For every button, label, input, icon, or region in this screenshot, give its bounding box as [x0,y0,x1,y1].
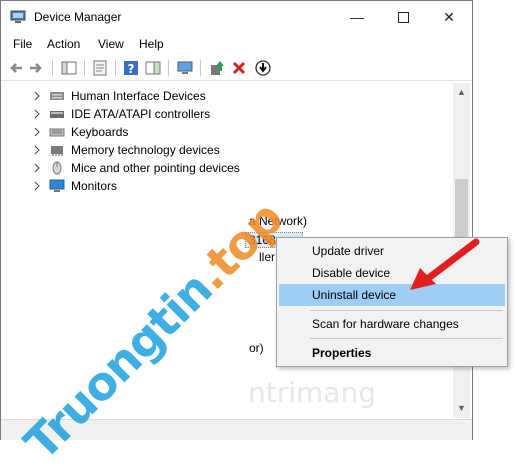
minimize-button[interactable]: — [334,1,380,33]
tree-item-ide-ata-atapi-controllers[interactable]: IDE ATA/ATAPI controllers [33,105,210,123]
tree-item-monitors[interactable]: Monitors [33,177,117,195]
chevron-right-icon[interactable] [33,163,41,173]
tree-item-label: Human Interface Devices [71,89,206,103]
tree-item-human-interface-devices[interactable]: Human Interface Devices [33,87,206,105]
chevron-up-icon: ▲ [457,86,466,97]
update-driver-icon[interactable] [208,59,226,77]
toolbar: ? [1,56,472,81]
processor-partial-text: or) [249,341,264,355]
menu-action[interactable]: Action [47,37,80,51]
scan-hardware-icon[interactable] [176,59,194,77]
help-icon[interactable]: ? [122,59,140,77]
window-title: Device Manager [34,10,122,24]
minimize-icon: — [350,9,364,25]
toolbar-separator [200,60,201,76]
menu-file[interactable]: File [13,37,32,51]
tree-item-label: Memory technology devices [71,143,220,157]
chevron-right-icon[interactable] [33,91,41,101]
disable-device-icon[interactable] [254,59,272,77]
close-button[interactable]: ✕ [426,1,472,33]
watermark-gray-text: ntrimang [248,376,376,409]
tree-item-label: Monitors [71,179,118,193]
maximize-button[interactable] [380,1,426,33]
red-arrow-annotation [410,238,480,290]
back-icon[interactable] [7,59,25,77]
scroll-down-button[interactable]: ▼ [453,399,470,416]
action-pane-icon[interactable] [144,59,162,77]
forward-icon[interactable] [27,59,45,77]
tree-item-label: IDE ATA/ATAPI controllers [71,107,211,121]
uninstall-icon[interactable] [230,59,248,77]
tree-item-label: Keyboards [71,125,129,139]
tree-item-mice-and-other-pointing-devices[interactable]: Mice and other pointing devices [33,159,240,177]
title-bar[interactable]: Device Manager — ✕ [1,1,472,33]
keyboard-icon [49,128,65,137]
maximize-icon [397,11,409,23]
properties-sheet-icon[interactable] [91,59,109,77]
menu-view[interactable]: View [98,37,124,51]
chevron-right-icon[interactable] [33,145,41,155]
mouse-icon [52,161,62,175]
show-hide-console-tree-icon[interactable] [60,59,78,77]
monitor-icon [49,179,65,192]
toolbar-separator [84,60,85,76]
chevron-down-icon: ▼ [457,402,466,413]
toolbar-separator [168,60,169,76]
scroll-thumb[interactable] [455,179,468,239]
chevron-right-icon[interactable] [33,127,41,137]
toolbar-separator [115,60,116,76]
menu-help[interactable]: Help [139,37,164,51]
toolbar-separator [52,60,53,76]
svg-text:?: ? [128,62,135,76]
chevron-right-icon[interactable] [33,109,41,119]
tree-item-label: Mice and other pointing devices [71,161,240,175]
chevron-right-icon[interactable] [33,181,41,191]
memory-chip-icon [51,146,63,156]
hid-icon [50,92,64,100]
tree-item-memory-technology-devices[interactable]: Memory technology devices [33,141,220,159]
menu-properties[interactable]: Properties [279,342,505,364]
close-icon: ✕ [443,8,455,25]
menu-scan-hardware-changes[interactable]: Scan for hardware changes [279,313,505,335]
tree-item-keyboards[interactable]: Keyboards [33,123,128,141]
menu-separator [310,338,503,339]
scroll-up-button[interactable]: ▲ [453,83,470,100]
device-manager-icon [10,10,26,23]
menu-separator [310,310,503,311]
ide-controller-icon [50,111,64,118]
menu-bar: File Action View Help [1,33,472,55]
